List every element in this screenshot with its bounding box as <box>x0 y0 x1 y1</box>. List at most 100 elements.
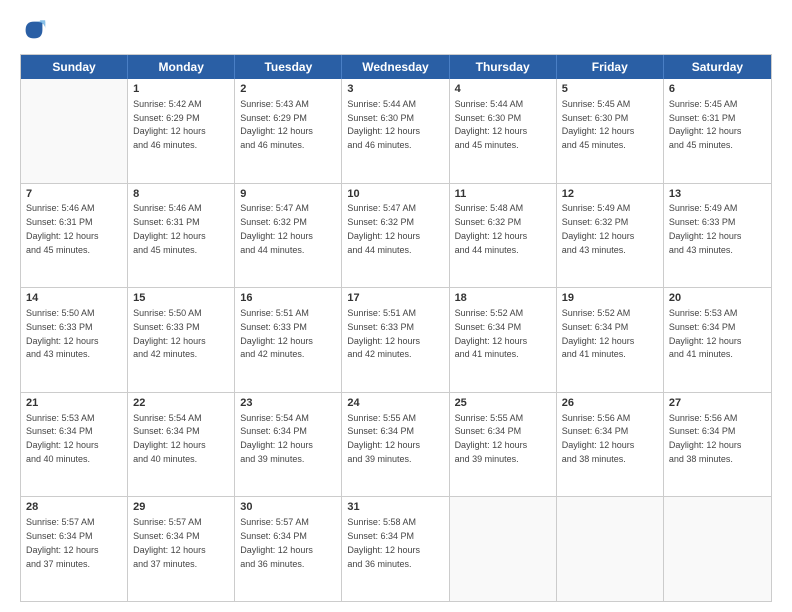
day-info: Sunrise: 5:58 AM Sunset: 6:34 PM Dayligh… <box>347 517 420 568</box>
calendar-day-12: 12Sunrise: 5:49 AM Sunset: 6:32 PM Dayli… <box>557 184 664 288</box>
day-info: Sunrise: 5:56 AM Sunset: 6:34 PM Dayligh… <box>562 413 635 464</box>
day-number: 21 <box>26 396 122 411</box>
day-info: Sunrise: 5:45 AM Sunset: 6:31 PM Dayligh… <box>669 99 742 150</box>
day-info: Sunrise: 5:49 AM Sunset: 6:33 PM Dayligh… <box>669 203 742 254</box>
day-number: 26 <box>562 396 658 411</box>
calendar-day-15: 15 Sunrise: 5:50 AM Sunset: 6:33 PM Dayli… <box>128 288 235 392</box>
calendar-day-1: 1Sunrise: 5:42 AM Sunset: 6:29 PM Daylig… <box>128 79 235 183</box>
day-number: 12 <box>562 187 658 202</box>
day-info: Sunrise: 5:46 AM Sunset: 6:31 PM Dayligh… <box>26 203 99 254</box>
day-number: 29 <box>133 500 229 515</box>
calendar: SundayMondayTuesdayWednesdayThursdayFrid… <box>20 54 772 602</box>
day-info: Sunrise: 5:57 AM Sunset: 6:34 PM Dayligh… <box>26 517 99 568</box>
day-number: 3 <box>347 82 443 97</box>
day-number: 15 <box>133 291 229 306</box>
day-number: 13 <box>669 187 766 202</box>
calendar-day-5: 5Sunrise: 5:45 AM Sunset: 6:30 PM Daylig… <box>557 79 664 183</box>
calendar-day-29: 29 Sunrise: 5:57 AM Sunset: 6:34 PM Dayli… <box>128 497 235 601</box>
header-day-saturday: Saturday <box>664 55 771 79</box>
calendar-week-4: 21Sunrise: 5:53 AM Sunset: 6:34 PM Dayli… <box>21 393 771 498</box>
day-number: 16 <box>240 291 336 306</box>
calendar-day-8: 8Sunrise: 5:46 AM Sunset: 6:31 PM Daylig… <box>128 184 235 288</box>
day-number: 9 <box>240 187 336 202</box>
day-number: 17 <box>347 291 443 306</box>
header-day-thursday: Thursday <box>450 55 557 79</box>
day-info: Sunrise: 5:54 AM Sunset: 6:34 PM Dayligh… <box>133 413 206 464</box>
day-info: Sunrise: 5:57 AM Sunset: 6:34 PM Dayligh… <box>133 517 206 568</box>
calendar-empty-cell <box>664 497 771 601</box>
calendar-day-23: 23 Sunrise: 5:54 AM Sunset: 6:34 PM Dayli… <box>235 393 342 497</box>
day-info: Sunrise: 5:45 AM Sunset: 6:30 PM Dayligh… <box>562 99 635 150</box>
day-number: 30 <box>240 500 336 515</box>
calendar-day-3: 3 Sunrise: 5:44 AM Sunset: 6:30 PM Daylig… <box>342 79 449 183</box>
day-info: Sunrise: 5:54 AM Sunset: 6:34 PM Dayligh… <box>240 413 313 464</box>
calendar-empty-cell <box>557 497 664 601</box>
calendar-day-24: 24 Sunrise: 5:55 AM Sunset: 6:34 PM Dayli… <box>342 393 449 497</box>
calendar-day-17: 17 Sunrise: 5:51 AM Sunset: 6:33 PM Dayli… <box>342 288 449 392</box>
day-number: 19 <box>562 291 658 306</box>
day-info: Sunrise: 5:44 AM Sunset: 6:30 PM Dayligh… <box>347 99 420 150</box>
day-info: Sunrise: 5:42 AM Sunset: 6:29 PM Dayligh… <box>133 99 206 150</box>
calendar-day-18: 18 Sunrise: 5:52 AM Sunset: 6:34 PM Dayli… <box>450 288 557 392</box>
day-number: 11 <box>455 187 551 202</box>
calendar-week-3: 14Sunrise: 5:50 AM Sunset: 6:33 PM Dayli… <box>21 288 771 393</box>
day-info: Sunrise: 5:46 AM Sunset: 6:31 PM Dayligh… <box>133 203 206 254</box>
day-number: 22 <box>133 396 229 411</box>
day-number: 28 <box>26 500 122 515</box>
header-day-wednesday: Wednesday <box>342 55 449 79</box>
calendar-week-2: 7Sunrise: 5:46 AM Sunset: 6:31 PM Daylig… <box>21 184 771 289</box>
calendar-day-20: 20 Sunrise: 5:53 AM Sunset: 6:34 PM Dayli… <box>664 288 771 392</box>
day-info: Sunrise: 5:52 AM Sunset: 6:34 PM Dayligh… <box>562 308 635 359</box>
calendar-empty-cell <box>21 79 128 183</box>
calendar-day-28: 28 Sunrise: 5:57 AM Sunset: 6:34 PM Dayli… <box>21 497 128 601</box>
day-number: 7 <box>26 187 122 202</box>
day-info: Sunrise: 5:56 AM Sunset: 6:34 PM Dayligh… <box>669 413 742 464</box>
day-info: Sunrise: 5:50 AM Sunset: 6:33 PM Dayligh… <box>26 308 99 359</box>
calendar-day-13: 13Sunrise: 5:49 AM Sunset: 6:33 PM Dayli… <box>664 184 771 288</box>
day-number: 24 <box>347 396 443 411</box>
calendar-day-22: 22 Sunrise: 5:54 AM Sunset: 6:34 PM Dayli… <box>128 393 235 497</box>
day-number: 27 <box>669 396 766 411</box>
day-info: Sunrise: 5:50 AM Sunset: 6:33 PM Dayligh… <box>133 308 206 359</box>
day-info: Sunrise: 5:51 AM Sunset: 6:33 PM Dayligh… <box>347 308 420 359</box>
calendar-day-26: 26 Sunrise: 5:56 AM Sunset: 6:34 PM Dayli… <box>557 393 664 497</box>
day-info: Sunrise: 5:55 AM Sunset: 6:34 PM Dayligh… <box>455 413 528 464</box>
day-info: Sunrise: 5:43 AM Sunset: 6:29 PM Dayligh… <box>240 99 313 150</box>
calendar-day-16: 16 Sunrise: 5:51 AM Sunset: 6:33 PM Dayli… <box>235 288 342 392</box>
calendar-day-9: 9Sunrise: 5:47 AM Sunset: 6:32 PM Daylig… <box>235 184 342 288</box>
day-number: 31 <box>347 500 443 515</box>
calendar-day-2: 2 Sunrise: 5:43 AM Sunset: 6:29 PM Daylig… <box>235 79 342 183</box>
day-info: Sunrise: 5:53 AM Sunset: 6:34 PM Dayligh… <box>669 308 742 359</box>
day-info: Sunrise: 5:48 AM Sunset: 6:32 PM Dayligh… <box>455 203 528 254</box>
day-number: 6 <box>669 82 766 97</box>
calendar-day-14: 14Sunrise: 5:50 AM Sunset: 6:33 PM Dayli… <box>21 288 128 392</box>
header-day-friday: Friday <box>557 55 664 79</box>
calendar-day-7: 7Sunrise: 5:46 AM Sunset: 6:31 PM Daylig… <box>21 184 128 288</box>
header-day-tuesday: Tuesday <box>235 55 342 79</box>
day-number: 20 <box>669 291 766 306</box>
header-day-sunday: Sunday <box>21 55 128 79</box>
day-number: 10 <box>347 187 443 202</box>
calendar-body: 1Sunrise: 5:42 AM Sunset: 6:29 PM Daylig… <box>21 79 771 601</box>
calendar-day-25: 25Sunrise: 5:55 AM Sunset: 6:34 PM Dayli… <box>450 393 557 497</box>
calendar-day-31: 31 Sunrise: 5:58 AM Sunset: 6:34 PM Dayli… <box>342 497 449 601</box>
day-number: 2 <box>240 82 336 97</box>
day-info: Sunrise: 5:47 AM Sunset: 6:32 PM Dayligh… <box>240 203 313 254</box>
day-info: Sunrise: 5:52 AM Sunset: 6:34 PM Dayligh… <box>455 308 528 359</box>
day-info: Sunrise: 5:57 AM Sunset: 6:34 PM Dayligh… <box>240 517 313 568</box>
calendar-empty-cell <box>450 497 557 601</box>
logo <box>20 16 52 44</box>
day-info: Sunrise: 5:44 AM Sunset: 6:30 PM Dayligh… <box>455 99 528 150</box>
day-info: Sunrise: 5:47 AM Sunset: 6:32 PM Dayligh… <box>347 203 420 254</box>
day-info: Sunrise: 5:51 AM Sunset: 6:33 PM Dayligh… <box>240 308 313 359</box>
day-number: 8 <box>133 187 229 202</box>
logo-icon <box>20 16 48 44</box>
day-number: 18 <box>455 291 551 306</box>
calendar-week-1: 1Sunrise: 5:42 AM Sunset: 6:29 PM Daylig… <box>21 79 771 184</box>
day-number: 4 <box>455 82 551 97</box>
day-info: Sunrise: 5:49 AM Sunset: 6:32 PM Dayligh… <box>562 203 635 254</box>
day-number: 23 <box>240 396 336 411</box>
header-day-monday: Monday <box>128 55 235 79</box>
day-info: Sunrise: 5:55 AM Sunset: 6:34 PM Dayligh… <box>347 413 420 464</box>
calendar-day-11: 11Sunrise: 5:48 AM Sunset: 6:32 PM Dayli… <box>450 184 557 288</box>
